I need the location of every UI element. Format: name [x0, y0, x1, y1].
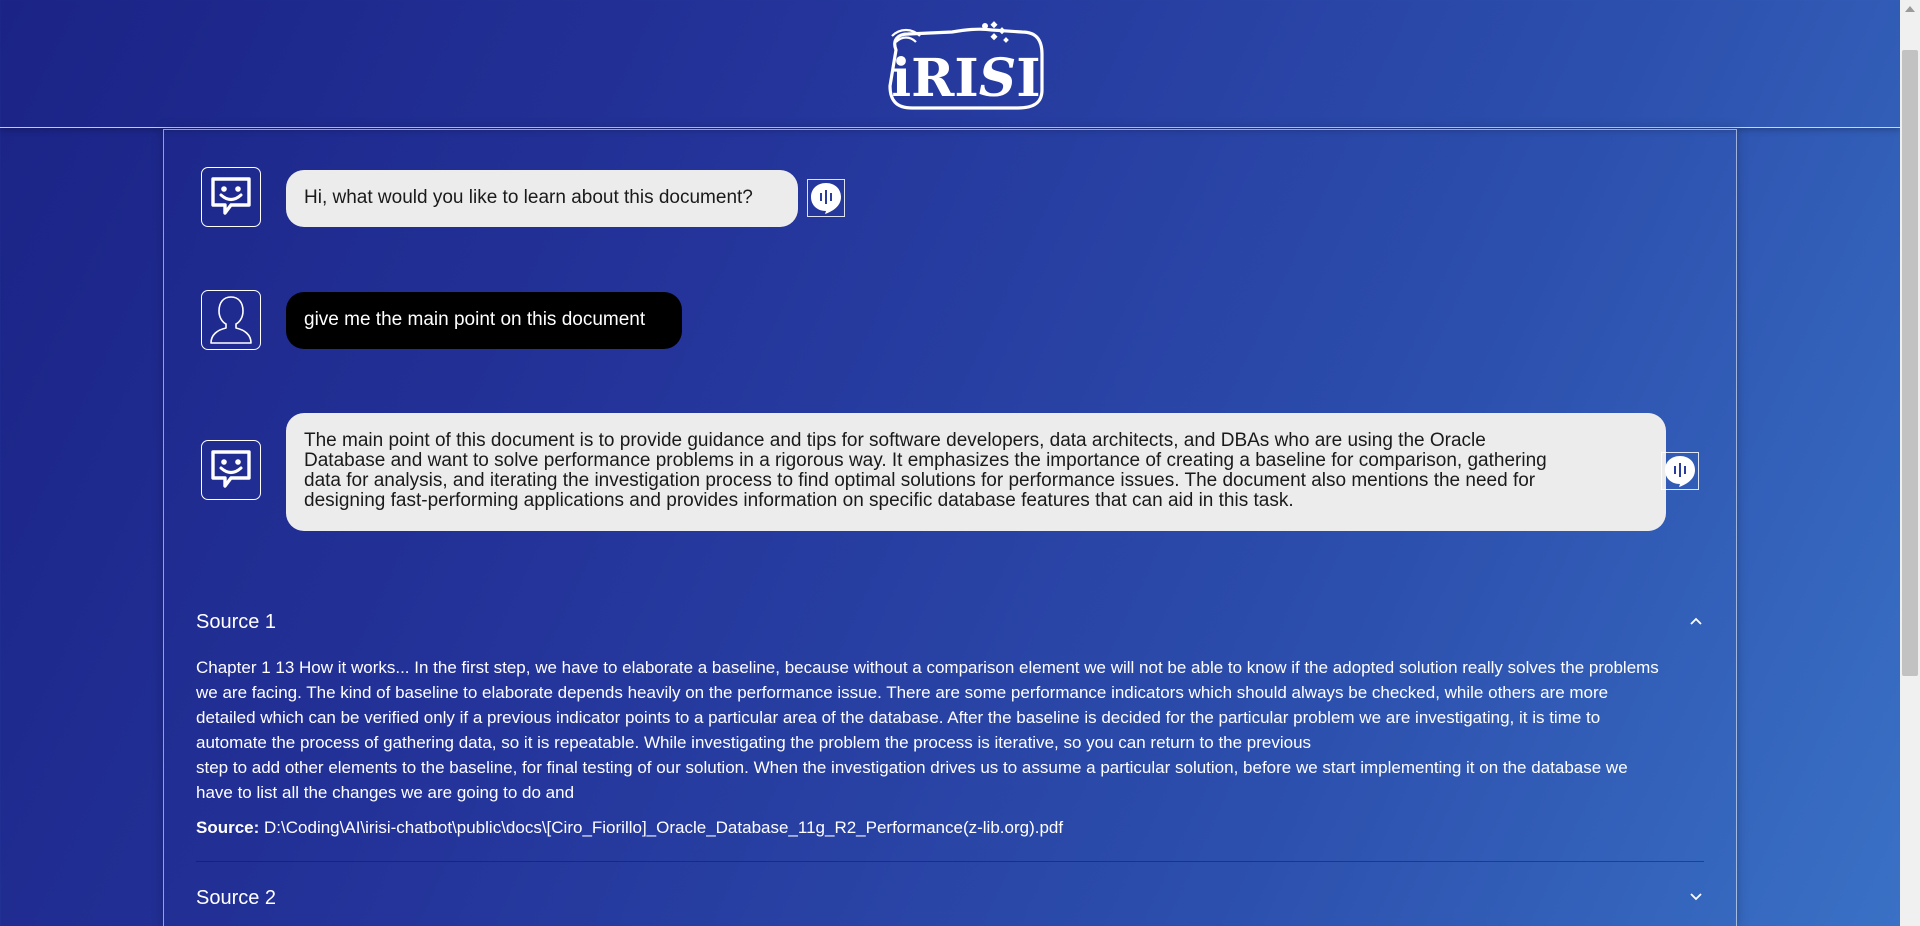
- irisi-logo: iRISI: [888, 21, 1044, 110]
- play-audio-button[interactable]: [1661, 452, 1699, 490]
- source-title: Source 1: [196, 611, 277, 633]
- bot-message-bubble: Hi, what would you like to learn about t…: [286, 170, 798, 227]
- source-1-path: Source: D:\Coding\AI\irisi-chatbot\publi…: [196, 818, 1063, 838]
- source-path-label: Source:: [196, 818, 260, 837]
- scroll-up-icon[interactable]: [1905, 6, 1915, 12]
- source-title: Source 2: [196, 887, 277, 909]
- logo-lettering: iRISI: [891, 48, 1040, 109]
- bot-message-text: Hi, what would you like to learn about t…: [304, 187, 753, 208]
- chevron-down-icon: [1690, 893, 1702, 901]
- excerpt-line: we are facing. The kind of baseline to e…: [196, 683, 1609, 702]
- user-avatar: [201, 290, 261, 350]
- source-1-excerpt: Chapter 1 13 How it works... In the firs…: [196, 655, 1706, 805]
- chat-panel: Hi, what would you like to learn about t…: [163, 129, 1737, 926]
- excerpt-line: step to add other elements to the baseli…: [196, 758, 1628, 777]
- excerpt-line: Chapter 1 13 How it works... In the firs…: [196, 658, 1659, 677]
- source-2-accordion-header[interactable]: Source 2: [196, 887, 1704, 911]
- answer-line: The main point of this document is to pr…: [304, 430, 1486, 451]
- user-message-bubble: give me the main point on this document: [286, 292, 682, 349]
- page-scrollbar[interactable]: [1900, 0, 1920, 926]
- app-header: iRISI: [0, 0, 1900, 128]
- excerpt-line: detailed which can be verified only if a…: [196, 708, 1601, 727]
- user-icon: [210, 296, 252, 344]
- answer-line: designing fast-performing applications a…: [304, 490, 1294, 511]
- bot-avatar: [201, 167, 261, 227]
- audio-wave-icon: [811, 183, 841, 214]
- excerpt-line: automate the process of gathering data, …: [196, 733, 1312, 752]
- excerpt-line: have to list all the changes we are goin…: [196, 783, 575, 802]
- answer-line: Database and want to solve performance p…: [304, 450, 1547, 471]
- source-divider: [196, 861, 1704, 862]
- source-path-value: D:\Coding\AI\irisi-chatbot\public\docs\[…: [264, 818, 1064, 837]
- bot-avatar: [201, 440, 261, 500]
- play-audio-button[interactable]: [807, 179, 845, 217]
- user-message-text: give me the main point on this document: [304, 309, 646, 330]
- bot-answer-bubble: The main point of this document is to pr…: [286, 413, 1666, 531]
- scrollbar-thumb[interactable]: [1902, 50, 1918, 676]
- chevron-up-icon: [1690, 617, 1702, 625]
- source-1-accordion-header[interactable]: Source 1: [196, 611, 1704, 635]
- chat-bot-icon: [211, 177, 251, 215]
- answer-line: data for analysis, and iterating the inv…: [304, 470, 1536, 491]
- audio-wave-icon: [1665, 456, 1695, 487]
- chat-bot-icon: [211, 450, 251, 488]
